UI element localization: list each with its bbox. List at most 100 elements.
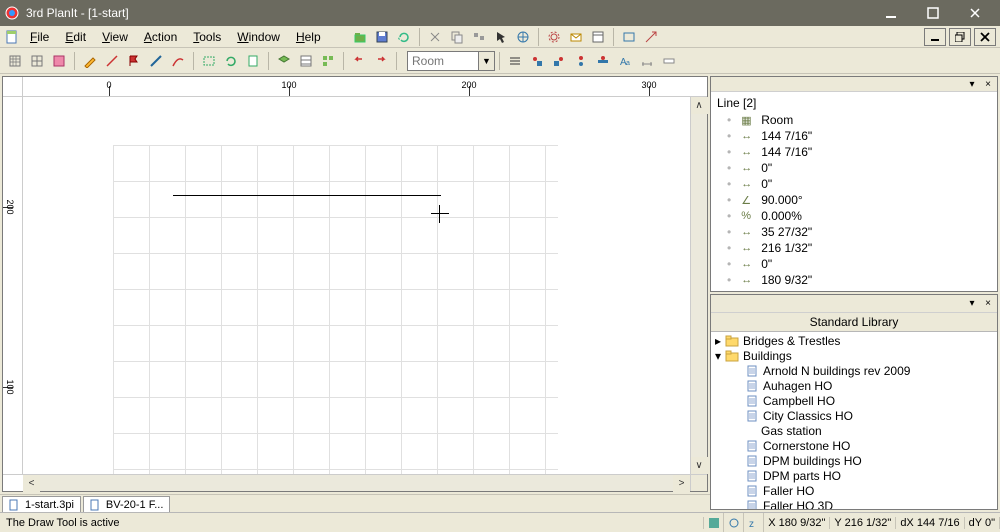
tb2-track-icon[interactable] [145, 51, 167, 71]
ruler-h-label: 0 [106, 80, 111, 90]
tree-item[interactable]: Auhagen HO [715, 379, 993, 394]
tb2-align-icon[interactable] [504, 51, 526, 71]
tb-cut-icon[interactable] [424, 27, 446, 47]
tb-save-icon[interactable] [371, 27, 393, 47]
menu-file[interactable]: File [22, 26, 57, 47]
property-row[interactable]: ↔180 9/32" [717, 272, 991, 288]
property-row[interactable]: ↔0" [717, 160, 991, 176]
property-row[interactable]: ▦Room [717, 112, 991, 128]
menu-edit[interactable]: Edit [57, 26, 94, 47]
tree-item[interactable]: DPM buildings HO [715, 454, 993, 469]
tb-group-icon[interactable] [468, 27, 490, 47]
maximize-button[interactable] [912, 2, 954, 24]
tb-gear-icon[interactable] [543, 27, 565, 47]
chevron-down-icon[interactable]: ▼ [478, 52, 494, 70]
tree-folder[interactable]: ▸ Bridges & Trestles [715, 334, 993, 349]
tb2-table-icon[interactable] [295, 51, 317, 71]
tb2-mark4-icon[interactable] [592, 51, 614, 71]
horizontal-scrollbar[interactable]: < > [23, 474, 690, 491]
menu-help[interactable]: Help [288, 26, 329, 47]
tb2-ruler-icon[interactable] [658, 51, 680, 71]
tb2-doc-icon[interactable] [242, 51, 264, 71]
tb-pan-icon[interactable] [618, 27, 640, 47]
tree-item[interactable]: Cornerstone HO [715, 439, 993, 454]
tb-copy-icon[interactable] [446, 27, 468, 47]
menu-action[interactable]: Action [136, 26, 185, 47]
tree-folder[interactable]: ▾ Buildings [715, 349, 993, 364]
panel-close-icon[interactable]: × [981, 298, 995, 309]
vertical-scrollbar[interactable]: ∧ ∨ [690, 97, 707, 474]
tb2-redo-icon[interactable] [370, 51, 392, 71]
file-tab[interactable]: BV-20-1 F... [83, 496, 170, 512]
mdi-restore-button[interactable] [949, 28, 971, 46]
pin-icon[interactable]: ▾ [965, 79, 979, 90]
layer-combo-input[interactable] [408, 54, 478, 68]
ruler-vertical[interactable]: 200 100 [3, 97, 23, 474]
tb2-mark2-icon[interactable] [548, 51, 570, 71]
close-button[interactable] [954, 2, 996, 24]
tb-cycle-icon[interactable] [393, 27, 415, 47]
status-z-icon[interactable]: z [744, 513, 764, 532]
property-row[interactable]: ↔35 27/32" [717, 224, 991, 240]
library-tree[interactable]: ▸ Bridges & Trestles▾ Buildings Arnold N… [711, 332, 997, 509]
tree-subitem[interactable]: Gas station [715, 424, 993, 439]
scroll-left-icon[interactable]: < [23, 475, 40, 492]
property-row[interactable]: ↔0" [717, 256, 991, 272]
tree-item[interactable]: DPM parts HO [715, 469, 993, 484]
tb2-select-icon[interactable] [198, 51, 220, 71]
tb2-grid2-icon[interactable] [26, 51, 48, 71]
document-icon[interactable] [2, 26, 22, 47]
minimize-button[interactable] [870, 2, 912, 24]
tb2-grid1-icon[interactable] [4, 51, 26, 71]
tb2-grid3-icon[interactable] [48, 51, 70, 71]
tree-item[interactable]: Faller HO 3D [715, 499, 993, 509]
scroll-up-icon[interactable]: ∧ [691, 97, 708, 114]
tb2-list-icon[interactable] [317, 51, 339, 71]
pin-icon[interactable]: ▾ [965, 298, 979, 309]
tb-window-icon[interactable] [587, 27, 609, 47]
property-row[interactable]: ↔0" [717, 176, 991, 192]
drawn-line[interactable] [173, 195, 441, 196]
property-row[interactable]: ∠90.000° [717, 192, 991, 208]
tb2-curve-icon[interactable] [167, 51, 189, 71]
tb2-pencil-icon[interactable] [79, 51, 101, 71]
property-row[interactable]: ↔216 1/32" [717, 288, 991, 291]
menu-view[interactable]: View [94, 26, 136, 47]
tb-pointer-icon[interactable] [490, 27, 512, 47]
property-row[interactable]: %0.000% [717, 208, 991, 224]
tree-item[interactable]: Faller HO [715, 484, 993, 499]
tb-open-icon[interactable] [349, 27, 371, 47]
status-icon[interactable] [704, 513, 724, 532]
tb-globe-icon[interactable] [512, 27, 534, 47]
mdi-minimize-button[interactable] [924, 28, 946, 46]
property-row[interactable]: ↔144 7/16" [717, 128, 991, 144]
property-row[interactable]: ↔216 1/32" [717, 240, 991, 256]
tb2-aa-icon[interactable]: Aa [614, 51, 636, 71]
status-icon[interactable] [724, 513, 744, 532]
scroll-right-icon[interactable]: > [673, 475, 690, 492]
menu-window[interactable]: Window [229, 26, 288, 47]
scroll-down-icon[interactable]: ∨ [691, 457, 708, 474]
tb2-mark1-icon[interactable] [526, 51, 548, 71]
len-icon: ↔ [741, 130, 755, 142]
tree-item[interactable]: Arnold N buildings rev 2009 [715, 364, 993, 379]
tree-item[interactable]: City Classics HO [715, 409, 993, 424]
tb2-refresh-icon[interactable] [220, 51, 242, 71]
tb2-line-icon[interactable] [101, 51, 123, 71]
layer-combo[interactable]: ▼ [407, 51, 495, 71]
tb-arrowout-icon[interactable] [640, 27, 662, 47]
drawing-canvas[interactable] [23, 97, 690, 474]
tb-mail-icon[interactable] [565, 27, 587, 47]
tb2-mark3-icon[interactable] [570, 51, 592, 71]
tb2-flag-icon[interactable] [123, 51, 145, 71]
panel-close-icon[interactable]: × [981, 79, 995, 90]
tb2-layer-icon[interactable] [273, 51, 295, 71]
ruler-horizontal[interactable]: 0 100 200 300 [23, 77, 690, 97]
tree-item[interactable]: Campbell HO [715, 394, 993, 409]
tb2-dim-icon[interactable] [636, 51, 658, 71]
tb2-undo-icon[interactable] [348, 51, 370, 71]
file-tab[interactable]: 1-start.3pi [2, 496, 81, 512]
menu-tools[interactable]: Tools [185, 26, 229, 47]
property-row[interactable]: ↔144 7/16" [717, 144, 991, 160]
mdi-close-button[interactable] [974, 28, 996, 46]
